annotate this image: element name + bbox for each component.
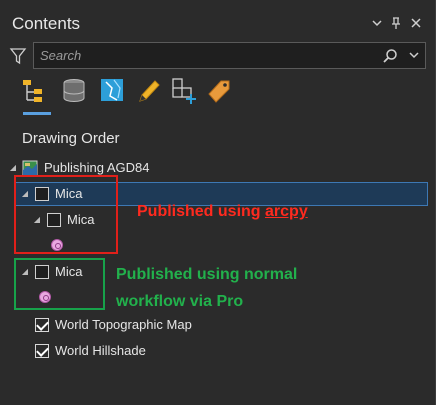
list-by-labeling-icon[interactable]	[205, 76, 233, 106]
annotation-pro-line1: Published using normal	[116, 266, 298, 283]
list-by-snapping-icon[interactable]	[170, 76, 198, 106]
annotation-pro-line2: workflow via Pro	[116, 293, 244, 310]
contents-pane: Contents Search Drawing Order ◢ Publishi…	[0, 0, 436, 405]
annotation-box-green	[14, 258, 105, 310]
search-options-chevron-icon[interactable]	[407, 48, 421, 62]
list-by-selection-icon[interactable]	[98, 76, 126, 106]
annotation-box-red	[14, 175, 118, 254]
visibility-checkbox-checked[interactable]	[35, 344, 49, 358]
annotation-pro-workflow: Published using normal workflow via Pro	[116, 261, 297, 315]
layer-name: World Topographic Map	[55, 317, 192, 332]
tree-row-basemap[interactable]: World Hillshade	[0, 340, 436, 362]
search-icon[interactable]	[382, 48, 398, 64]
layer-name: World Hillshade	[55, 343, 146, 358]
list-by-drawing-order-icon[interactable]	[20, 76, 48, 106]
list-view-toolbar	[20, 76, 250, 110]
search-box	[33, 42, 426, 69]
search-input[interactable]	[40, 43, 370, 68]
list-by-data-source-icon[interactable]	[60, 76, 88, 106]
map-icon	[22, 160, 38, 176]
section-title: Drawing Order	[22, 130, 120, 147]
active-tool-indicator	[23, 112, 51, 115]
pane-titlebar: Contents	[0, 0, 436, 44]
visibility-checkbox-checked[interactable]	[35, 318, 49, 332]
collapse-icon[interactable]: ◢	[8, 163, 18, 173]
annotation-arcpy: Published using arcpy	[137, 203, 308, 221]
pane-title: Contents	[12, 14, 81, 33]
annotation-arcpy-prefix: Published using	[137, 203, 266, 220]
list-by-editing-icon[interactable]	[135, 76, 163, 106]
filter-icon[interactable]	[9, 47, 27, 65]
annotation-arcpy-underlined: arcpy	[265, 203, 308, 220]
pin-icon[interactable]	[388, 14, 404, 32]
close-icon[interactable]	[408, 14, 424, 32]
chevron-down-icon[interactable]	[369, 14, 385, 32]
tree-row-basemap[interactable]: World Topographic Map	[0, 314, 436, 336]
